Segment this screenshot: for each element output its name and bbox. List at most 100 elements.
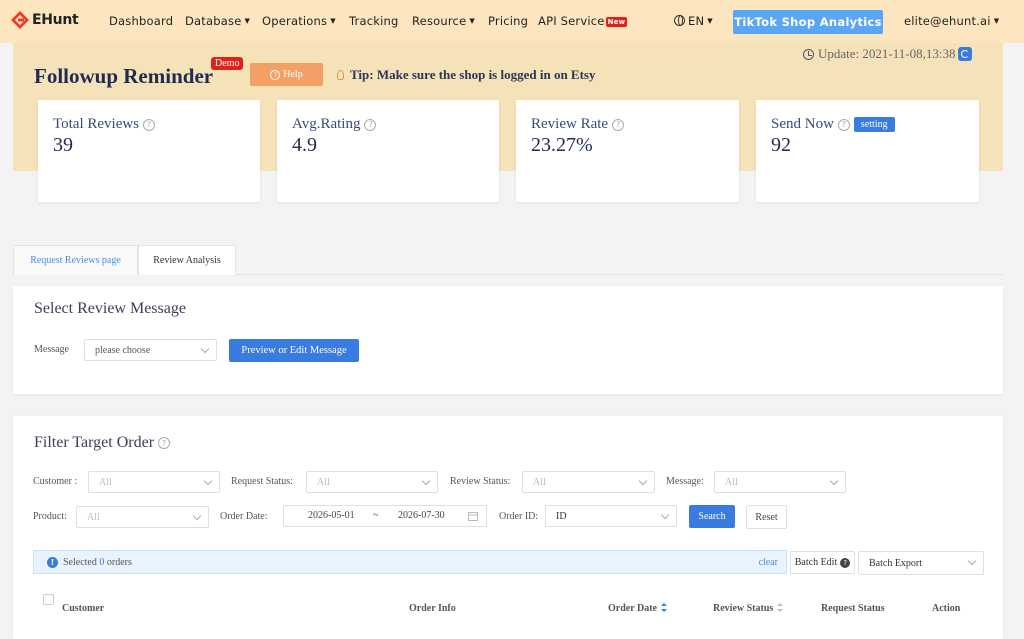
tab-request-reviews[interactable]: Request Reviews page xyxy=(13,245,138,275)
setting-button[interactable]: setting xyxy=(853,117,895,132)
user-email: elite@ehunt.ai xyxy=(904,14,991,28)
message-filter-select[interactable]: All xyxy=(714,471,846,493)
message-select-value: please choose xyxy=(95,344,151,356)
order-id-select[interactable]: ID xyxy=(545,505,677,527)
tab-review-analysis[interactable]: Review Analysis xyxy=(138,245,236,275)
question-icon[interactable]: ? xyxy=(364,118,377,131)
sort-icon[interactable] xyxy=(660,603,667,612)
info-icon: ! xyxy=(47,557,58,568)
order-id-label: Order ID: xyxy=(499,511,539,522)
demo-badge: Demo xyxy=(211,57,244,70)
nav-operations[interactable]: Operations ▼ xyxy=(262,14,336,28)
chevron-down-icon xyxy=(967,556,977,566)
select-message-card: Select Review Message Message please cho… xyxy=(13,286,1003,394)
reset-button[interactable]: Reset xyxy=(746,505,787,529)
filter-title: Filter Target Order xyxy=(34,434,155,451)
tiktok-shop-analytics-button[interactable]: TikTok Shop Analytics xyxy=(733,10,883,34)
nav-database-label: Database xyxy=(185,14,242,28)
sort-icon[interactable] xyxy=(777,603,784,612)
preview-edit-message-button[interactable]: Preview or Edit Message xyxy=(229,339,359,362)
col-review-status[interactable]: Review Status xyxy=(713,603,784,614)
request-status-select[interactable]: All xyxy=(306,471,438,493)
nav-operations-label: Operations xyxy=(262,14,328,28)
clear-link[interactable]: clear xyxy=(759,557,778,568)
nav-api-service[interactable]: API Service New xyxy=(538,14,628,28)
stat-label: Avg.Rating? xyxy=(292,116,377,133)
help-button[interactable]: ? Help xyxy=(250,63,323,86)
customer-select[interactable]: All xyxy=(88,471,220,493)
user-menu[interactable]: elite@ehunt.ai ▼ xyxy=(904,14,999,28)
nav-database[interactable]: Database ▼ xyxy=(185,14,250,28)
nav-tracking[interactable]: Tracking xyxy=(349,14,398,28)
page-title: Followup Reminder xyxy=(34,64,214,88)
question-icon[interactable]: ? xyxy=(143,118,156,131)
order-date-range[interactable]: 2026-05-01 ~ 2026-07-30 xyxy=(283,505,487,527)
nav-resource[interactable]: Resource ▼ xyxy=(412,14,475,28)
product-select[interactable]: All xyxy=(76,506,209,528)
chevron-down-icon: ▼ xyxy=(244,17,251,25)
chevron-down-icon xyxy=(203,476,213,486)
chevron-down-icon xyxy=(660,510,670,520)
question-icon[interactable]: ? xyxy=(158,437,171,449)
clock-icon xyxy=(803,48,814,60)
col-request-status: Request Status xyxy=(821,603,885,614)
refresh-icon[interactable] xyxy=(958,47,973,61)
chevron-down-icon xyxy=(200,344,210,354)
logo-text: EHunt xyxy=(32,12,79,28)
batch-export-select[interactable]: Batch Export xyxy=(858,551,984,575)
message-label: Message xyxy=(34,344,69,355)
col-customer: Customer xyxy=(62,603,105,614)
stat-label-text: Total Reviews xyxy=(53,116,140,132)
stat-card-avg-rating: Avg.Rating? 4.9 xyxy=(277,100,499,202)
stat-value: 92 xyxy=(771,134,791,156)
stat-card-send-now: Send Now? setting 92 xyxy=(756,100,979,202)
col-order-info: Order Info xyxy=(409,603,456,614)
stat-label-text: Review Rate xyxy=(531,116,609,132)
search-button[interactable]: Search xyxy=(689,505,735,528)
language-selector[interactable]: EN ▼ xyxy=(674,14,713,28)
order-id-value: ID xyxy=(556,510,567,522)
nav-pricing[interactable]: Pricing xyxy=(488,14,528,28)
chevron-down-icon: ▼ xyxy=(469,17,475,25)
batch-edit-button[interactable]: Batch Edit ? xyxy=(790,551,855,574)
col-review-status-label: Review Status xyxy=(713,603,774,614)
selected-prefix: Selected xyxy=(63,557,97,568)
tip-text: Tip: Make sure the shop is logged in on … xyxy=(337,67,595,83)
chevron-down-icon xyxy=(192,511,202,521)
chevron-down-icon: ▼ xyxy=(330,17,336,25)
logo[interactable]: EHunt xyxy=(10,10,79,30)
customer-label: Customer : xyxy=(33,476,78,487)
review-status-select[interactable]: All xyxy=(522,471,655,493)
nav-dashboard[interactable]: Dashboard xyxy=(109,14,173,28)
request-status-value: All xyxy=(317,476,330,488)
batch-edit-label: Batch Edit xyxy=(794,557,838,568)
stat-label: Review Rate? xyxy=(531,116,625,133)
selected-text: Selected 0 orders xyxy=(63,557,132,568)
ehunt-logo-icon xyxy=(11,11,29,29)
question-icon[interactable]: ? xyxy=(837,118,850,131)
col-action: Action xyxy=(932,603,961,614)
chevron-down-icon xyxy=(638,476,648,486)
selected-suffix: orders xyxy=(106,557,132,568)
question-icon[interactable]: ? xyxy=(612,118,625,131)
nav-api-label: API Service xyxy=(538,14,605,28)
chevron-down-icon: ▼ xyxy=(993,17,1000,25)
stat-label: Send Now? setting xyxy=(771,116,895,133)
order-date-label: Order Date: xyxy=(220,511,268,522)
stat-label-text: Avg.Rating xyxy=(292,116,361,132)
tip-label: Tip: Make sure the shop is logged in on … xyxy=(350,67,596,82)
select-all-checkbox[interactable] xyxy=(43,594,54,605)
globe-icon xyxy=(674,15,685,26)
message-filter-label: Message: xyxy=(666,476,704,487)
product-select-value: All xyxy=(87,511,100,523)
calendar-icon xyxy=(468,512,478,521)
question-icon: ? xyxy=(840,557,851,568)
top-nav: EHunt Dashboard Database ▼ Operations ▼ Tr… xyxy=(0,0,1024,43)
stat-label: Total Reviews? xyxy=(53,116,156,133)
stat-card-total-reviews: Total Reviews? 39 xyxy=(38,100,260,202)
stat-value: 4.9 xyxy=(292,134,317,156)
stat-value: 39 xyxy=(53,134,73,156)
col-order-date[interactable]: Order Date xyxy=(608,603,667,614)
message-select[interactable]: please choose xyxy=(84,339,217,361)
review-status-value: All xyxy=(533,476,546,488)
